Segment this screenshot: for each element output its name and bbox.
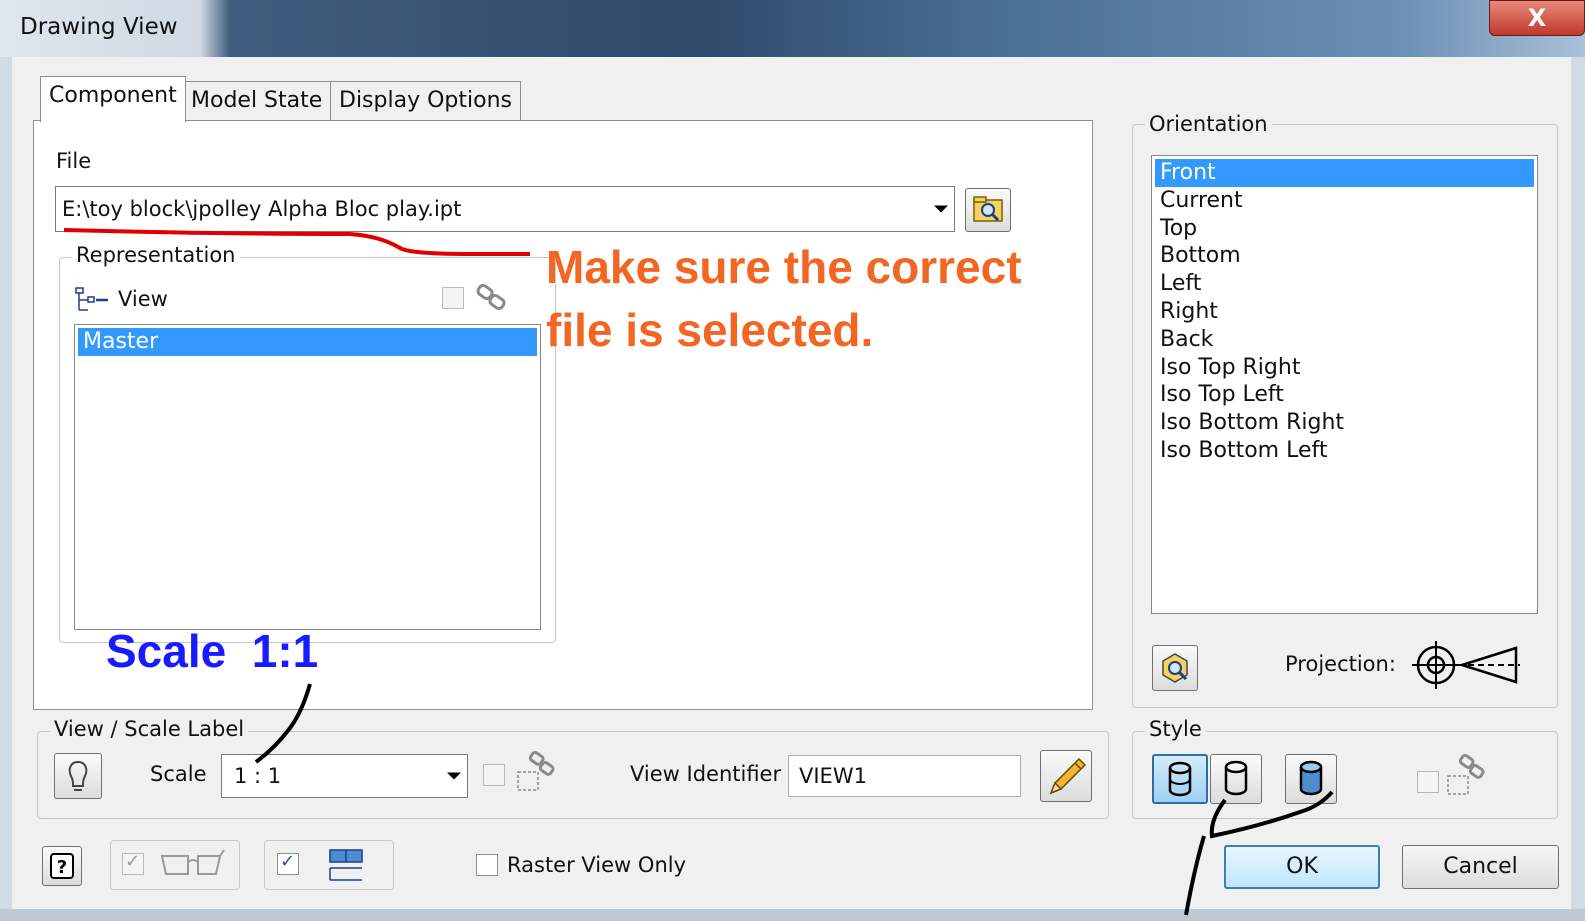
- list-item[interactable]: Iso Bottom Left: [1155, 437, 1534, 465]
- pencil-icon: [1049, 757, 1087, 795]
- raster-view-only-checkbox[interactable]: [476, 854, 498, 876]
- tab-display-options[interactable]: Display Options: [330, 81, 521, 121]
- representation-view-label: View: [118, 287, 168, 311]
- close-button[interactable]: X: [1489, 0, 1585, 36]
- ok-button[interactable]: OK: [1224, 845, 1380, 889]
- list-item[interactable]: Bottom: [1155, 242, 1534, 270]
- hidden-line-style-button[interactable]: [1152, 754, 1208, 804]
- chevron-down-icon[interactable]: [447, 772, 461, 780]
- help-button[interactable]: ?: [42, 846, 82, 886]
- window-title: Drawing View: [20, 14, 178, 40]
- glasses-icon: [160, 849, 225, 875]
- edit-view-options-checkbox[interactable]: [277, 851, 299, 875]
- file-annotation-line1: Make sure the correct: [546, 241, 1022, 293]
- chevron-down-icon[interactable]: [934, 205, 948, 213]
- custom-view-icon: [1162, 653, 1188, 683]
- style-pointer-stroke-tail: [1184, 835, 1206, 916]
- window-frame-bottom: [0, 909, 1585, 921]
- window-frame-left: [0, 57, 12, 921]
- link-icon: [476, 283, 506, 311]
- scale-dropdown-value: 1 : 1: [234, 764, 282, 788]
- orientation-listbox[interactable]: Front Current Top Bottom Left Right Back…: [1151, 155, 1538, 614]
- file-annotation-line2: file is selected.: [546, 304, 874, 356]
- window-frame-right: [1571, 57, 1585, 921]
- list-item[interactable]: Current: [1155, 187, 1534, 215]
- list-item[interactable]: Iso Top Left: [1155, 381, 1534, 409]
- representation-listbox[interactable]: Master: [74, 324, 541, 630]
- style-title: Style: [1145, 717, 1206, 741]
- view-identifier-value: VIEW1: [799, 764, 867, 788]
- projection-angle-icon[interactable]: [1412, 640, 1524, 690]
- view-scale-label-title: View / Scale Label: [50, 717, 249, 741]
- orientation-title: Orientation: [1145, 112, 1272, 136]
- file-dropdown[interactable]: E:\toy block\jpolley Alpha Bloc play.ipt: [55, 186, 955, 232]
- tab-component[interactable]: Component: [40, 76, 186, 122]
- svg-text:?: ?: [57, 857, 67, 878]
- link-table-icon: [1447, 753, 1485, 795]
- scale-label: Scale: [150, 762, 207, 786]
- file-dropdown-value: E:\toy block\jpolley Alpha Bloc play.ipt: [62, 197, 462, 221]
- projection-label: Projection:: [1285, 652, 1396, 676]
- browse-file-button[interactable]: [965, 188, 1011, 232]
- hidden-line-removed-style-button[interactable]: [1210, 754, 1262, 804]
- scale-dropdown[interactable]: 1 : 1: [221, 754, 468, 798]
- help-icon: ?: [50, 853, 74, 879]
- file-label: File: [56, 149, 92, 173]
- file-annotation: Make sure the correct file is selected.: [546, 236, 1022, 362]
- component-tab-panel: File E:\toy block\jpolley Alpha Bloc pla…: [33, 120, 1093, 710]
- list-item[interactable]: Iso Top Right: [1155, 354, 1534, 382]
- style-associative-checkbox[interactable]: [1417, 771, 1439, 793]
- view-identifier-input[interactable]: VIEW1: [788, 755, 1021, 797]
- cancel-button[interactable]: Cancel: [1402, 845, 1559, 889]
- raster-view-only-label: Raster View Only: [507, 853, 687, 877]
- view-identifier-label: View Identifier: [630, 762, 782, 786]
- cylinder-outline-icon: [1224, 760, 1248, 796]
- list-item[interactable]: Iso Bottom Right: [1155, 409, 1534, 437]
- cosmetic-option-checkbox[interactable]: [122, 851, 144, 875]
- edit-view-label-button[interactable]: [1040, 750, 1092, 802]
- list-item[interactable]: Left: [1155, 270, 1534, 298]
- cylinder-hidden-lines-icon: [1168, 761, 1192, 797]
- list-item[interactable]: Top: [1155, 215, 1534, 243]
- list-item[interactable]: Master: [78, 328, 537, 356]
- label-visibility-button[interactable]: [54, 753, 102, 799]
- tree-view-icon: [75, 287, 108, 311]
- light-bulb-icon: [68, 760, 88, 791]
- scale-associative-checkbox[interactable]: [483, 764, 505, 786]
- list-item[interactable]: Back: [1155, 326, 1534, 354]
- folder-search-icon: [973, 196, 1003, 222]
- custom-view-button[interactable]: [1152, 645, 1198, 691]
- view-layout-icon: [329, 849, 363, 881]
- representation-associative-checkbox[interactable]: [442, 287, 464, 309]
- list-item[interactable]: Right: [1155, 298, 1534, 326]
- tab-model-state[interactable]: Model State: [182, 81, 332, 121]
- representation-title: Representation: [72, 243, 240, 267]
- title-bar: Drawing View X: [0, 0, 1585, 57]
- cylinder-shaded-icon: [1299, 760, 1323, 796]
- scale-annotation: Scale 1:1: [106, 625, 319, 677]
- list-item[interactable]: Front: [1155, 159, 1534, 187]
- link-table-icon: [517, 750, 555, 791]
- shaded-style-button[interactable]: [1285, 754, 1337, 804]
